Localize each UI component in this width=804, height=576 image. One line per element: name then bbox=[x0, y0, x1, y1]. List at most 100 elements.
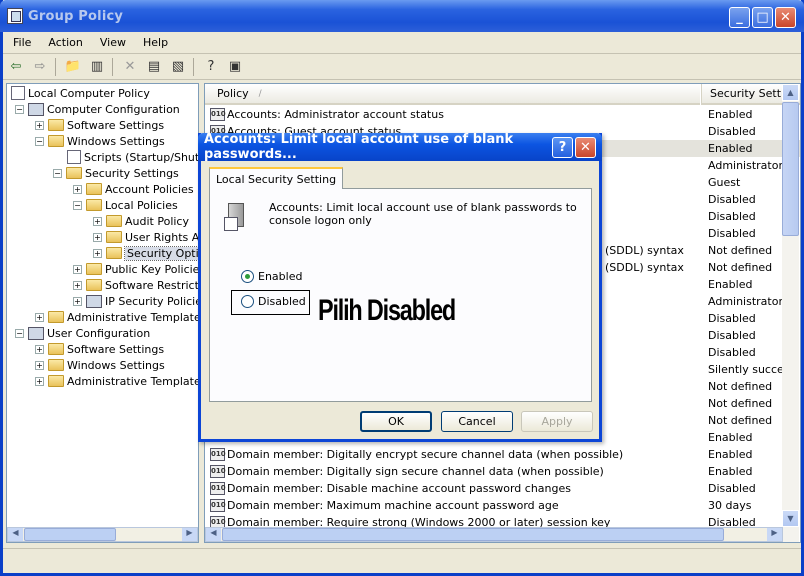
policy-setting-value: Enabled bbox=[708, 448, 753, 461]
tree-item[interactable]: + Administrative Templates bbox=[35, 373, 199, 389]
tree-item-security-options[interactable]: + Security Option bbox=[93, 245, 198, 261]
tab-local-security-setting[interactable]: Local Security Setting bbox=[209, 167, 344, 189]
dialog-close-button[interactable]: ✕ bbox=[575, 137, 596, 158]
help-button[interactable]: ? bbox=[552, 137, 573, 158]
tree-item[interactable]: + User Rights Ass bbox=[93, 229, 198, 245]
expand-icon[interactable]: + bbox=[35, 344, 44, 354]
scroll-left-icon[interactable]: ◀ bbox=[8, 528, 23, 541]
tree-item[interactable]: − User Configuration bbox=[15, 325, 150, 341]
tree-item[interactable]: + Windows Settings bbox=[35, 357, 165, 373]
table-row[interactable]: 010 Domain member: Digitally sign secure … bbox=[205, 463, 800, 480]
scroll-down-icon[interactable]: ▼ bbox=[782, 510, 799, 527]
table-row[interactable]: 010 Domain member: Digitally encrypt secu… bbox=[205, 446, 800, 463]
tree-item[interactable]: Local Computer Policy bbox=[11, 85, 150, 101]
expand-icon[interactable]: + bbox=[93, 232, 102, 242]
title-bar[interactable]: Group Policy _ □ ✕ bbox=[0, 0, 804, 32]
close-button[interactable]: ✕ bbox=[775, 7, 796, 28]
policy-name: (SDDL) syntax bbox=[605, 244, 684, 257]
expand-icon[interactable]: + bbox=[73, 184, 82, 194]
menu-help[interactable]: Help bbox=[133, 36, 175, 49]
radio-selected-icon[interactable] bbox=[241, 270, 254, 283]
show-hide-tree-icon[interactable]: ▥ bbox=[86, 57, 108, 77]
expand-icon[interactable]: + bbox=[35, 312, 44, 322]
table-row[interactable]: 010 Accounts: Administrator account statu… bbox=[205, 106, 800, 123]
tree-item-label: Computer Configuration bbox=[47, 102, 180, 116]
tree-item-label: Software Settings bbox=[67, 118, 165, 132]
maximize-button[interactable]: □ bbox=[752, 7, 773, 28]
radio-enabled[interactable]: Enabled bbox=[241, 270, 302, 283]
menu-bar: File Action View Help bbox=[3, 32, 801, 54]
tree-item[interactable]: + Audit Policy bbox=[93, 213, 189, 229]
tree-item[interactable]: + Account Policies bbox=[73, 181, 194, 197]
console-tree[interactable]: Local Computer Policy − Computer Configur… bbox=[6, 83, 199, 543]
dialog-title-bar[interactable]: Accounts: Limit local account use of bla… bbox=[198, 132, 602, 162]
forward-icon[interactable]: ⇨ bbox=[29, 57, 51, 77]
radio-unselected-icon[interactable] bbox=[241, 295, 254, 308]
tree-item[interactable]: − Security Settings bbox=[53, 165, 179, 181]
collapse-icon[interactable]: − bbox=[73, 200, 82, 210]
scroll-left-icon[interactable]: ◀ bbox=[206, 528, 221, 541]
properties-icon[interactable]: ▤ bbox=[143, 57, 165, 77]
folder-icon bbox=[48, 135, 64, 147]
tree-item[interactable]: − Windows Settings bbox=[35, 133, 165, 149]
tree-item[interactable]: − Local Policies bbox=[73, 197, 178, 213]
expand-icon[interactable]: + bbox=[35, 360, 44, 370]
tree-item[interactable]: + Software Settings bbox=[35, 341, 164, 357]
collapse-icon[interactable]: − bbox=[35, 136, 44, 146]
folder-icon bbox=[86, 183, 102, 195]
scroll-thumb[interactable] bbox=[222, 528, 724, 541]
policy-setting-value: Disabled bbox=[708, 193, 756, 206]
menu-file[interactable]: File bbox=[3, 36, 38, 49]
expand-icon[interactable]: + bbox=[73, 264, 82, 274]
export-list-icon[interactable]: ▧ bbox=[167, 57, 189, 77]
expand-icon[interactable]: + bbox=[93, 248, 102, 258]
help-icon[interactable]: ? bbox=[200, 57, 222, 77]
back-icon[interactable]: ⇦ bbox=[5, 57, 27, 77]
tree-item[interactable]: Scripts (Startup/Shutdo bbox=[67, 149, 198, 165]
expand-icon[interactable]: + bbox=[93, 216, 102, 226]
policy-setting-value: Not defined bbox=[708, 380, 773, 393]
tree-item-label: Administrative Templates bbox=[67, 374, 199, 388]
delete-icon[interactable]: ✕ bbox=[119, 57, 141, 77]
menu-action[interactable]: Action bbox=[38, 36, 89, 49]
tree-item[interactable]: + Software Restrictic bbox=[73, 277, 198, 293]
minimize-button[interactable]: _ bbox=[729, 7, 750, 28]
radio-label: Disabled bbox=[258, 295, 306, 308]
tree-item[interactable]: + Administrative Templates bbox=[35, 309, 198, 325]
radio-disabled[interactable]: Disabled bbox=[241, 295, 306, 308]
ok-button[interactable]: OK bbox=[360, 411, 432, 432]
annotation-text: Pilih Disabled bbox=[318, 294, 456, 327]
cancel-button[interactable]: Cancel bbox=[441, 411, 513, 432]
policy-setting-value: Enabled bbox=[708, 142, 753, 155]
user-icon bbox=[28, 326, 44, 340]
policy-setting-value: Enabled bbox=[708, 465, 753, 478]
column-header-label: Policy bbox=[217, 87, 249, 100]
scroll-right-icon[interactable]: ▶ bbox=[182, 528, 197, 541]
list-vertical-scrollbar[interactable]: ▲ ▼ bbox=[782, 84, 799, 542]
table-row[interactable]: 010 Domain member: Maximum machine accoun… bbox=[205, 497, 800, 514]
expand-icon[interactable]: + bbox=[73, 280, 82, 290]
tree-item-label: Windows Settings bbox=[67, 134, 165, 148]
up-folder-icon[interactable]: 📁 bbox=[62, 57, 84, 77]
expand-icon[interactable]: + bbox=[73, 296, 82, 306]
table-row[interactable]: 010 Domain member: Disable machine accoun… bbox=[205, 480, 800, 497]
tree-item[interactable]: + Public Key Policies bbox=[73, 261, 198, 277]
scroll-thumb[interactable] bbox=[782, 102, 799, 236]
tree-horizontal-scrollbar[interactable]: ◀ ▶ bbox=[7, 527, 198, 542]
scroll-thumb[interactable] bbox=[24, 528, 116, 541]
menu-view[interactable]: View bbox=[90, 36, 133, 49]
collapse-icon[interactable]: − bbox=[53, 168, 62, 178]
list-horizontal-scrollbar[interactable]: ◀ ▶ bbox=[205, 527, 783, 542]
expand-icon[interactable]: + bbox=[35, 376, 44, 386]
view-icon[interactable]: ▣ bbox=[224, 57, 246, 77]
column-header-policy[interactable]: Policy / bbox=[205, 84, 700, 105]
tree-item[interactable]: − Computer Configuration bbox=[15, 101, 180, 117]
scroll-up-icon[interactable]: ▲ bbox=[782, 84, 799, 101]
scroll-right-icon[interactable]: ▶ bbox=[767, 528, 782, 541]
collapse-icon[interactable]: − bbox=[15, 328, 24, 338]
expand-icon[interactable]: + bbox=[35, 120, 44, 130]
status-bar bbox=[3, 548, 801, 570]
collapse-icon[interactable]: − bbox=[15, 104, 24, 114]
tree-item[interactable]: + Software Settings bbox=[35, 117, 164, 133]
tree-item[interactable]: + IP Security Policies bbox=[73, 293, 198, 309]
